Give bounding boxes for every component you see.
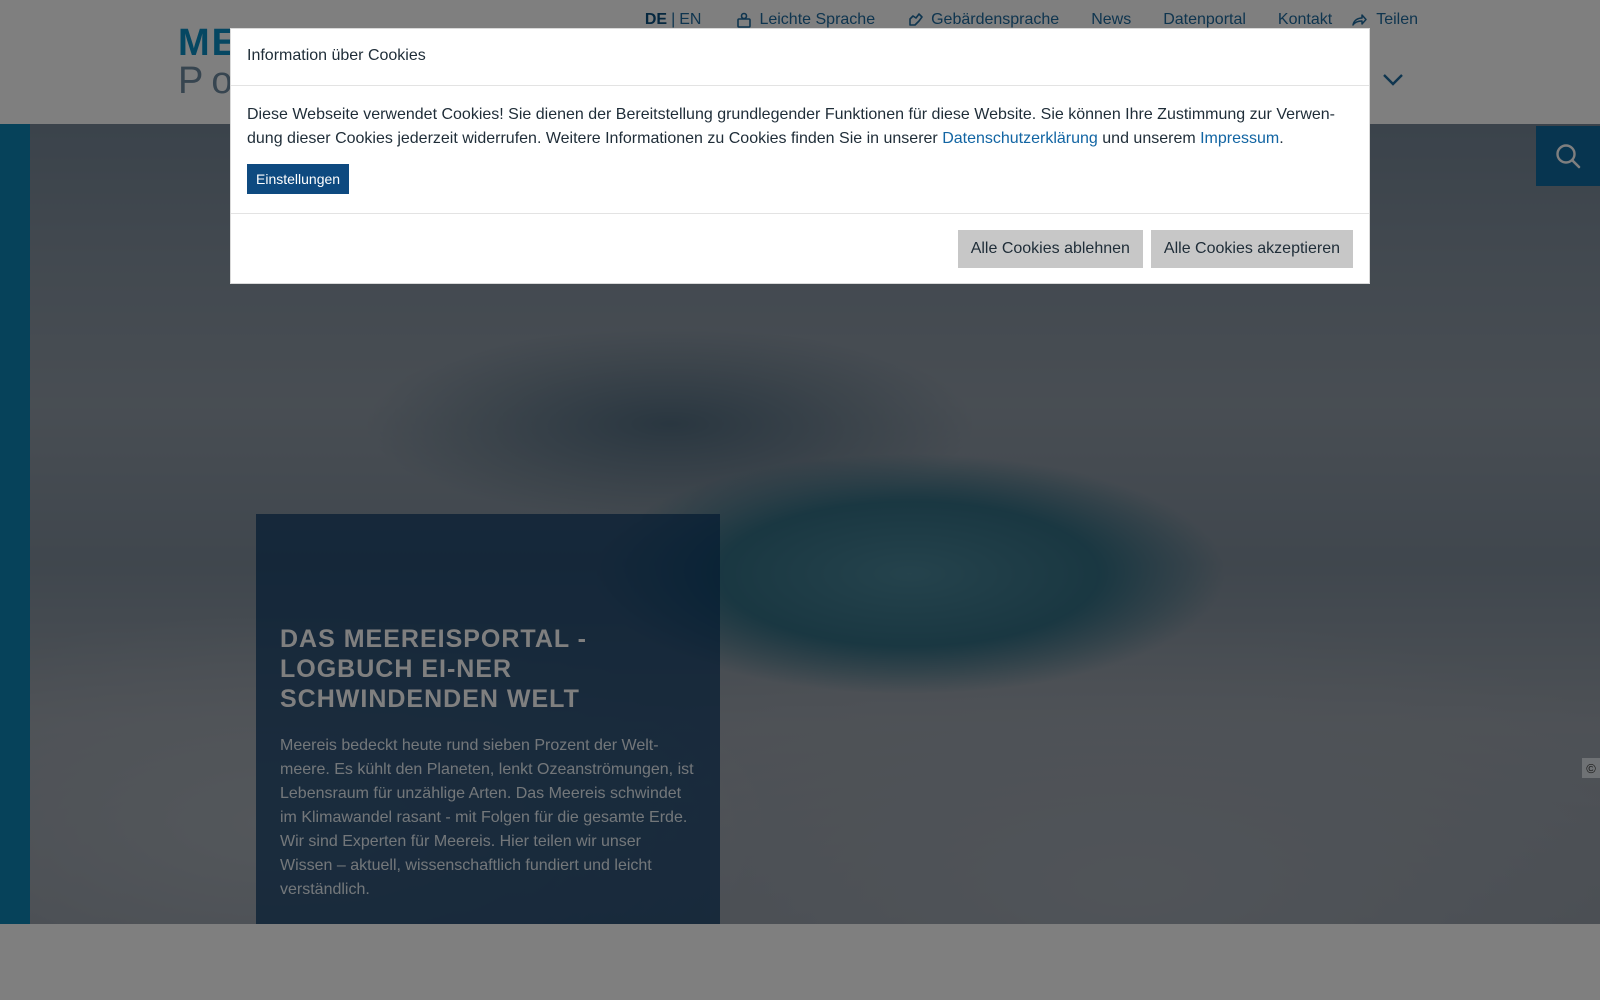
cookie-settings-button[interactable]: Einstellungen: [247, 164, 350, 194]
imprint-link[interactable]: Impressum: [1200, 130, 1279, 147]
accept-all-cookies-button[interactable]: Alle Cookies akzeptieren: [1150, 229, 1353, 268]
privacy-policy-link[interactable]: Datenschutzerklärung: [942, 130, 1098, 147]
reject-all-cookies-button[interactable]: Alle Cookies ablehnen: [957, 229, 1143, 268]
cookie-dialog-text: Diese Webseite verwendet Cookies! Sie di…: [247, 103, 1353, 151]
cookie-consent-dialog: Information über Cookies Diese Webseite …: [230, 28, 1370, 284]
cookie-dialog-footer: Alle Cookies ablehnen Alle Cookies akzep…: [231, 214, 1369, 283]
cookie-dialog-body: Diese Webseite verwendet Cookies! Sie di…: [231, 86, 1369, 214]
cookie-dialog-title: Information über Cookies: [231, 29, 1369, 86]
cookie-text-part-3: .: [1279, 130, 1284, 147]
cookie-text-part-2: und unserem: [1097, 130, 1201, 147]
